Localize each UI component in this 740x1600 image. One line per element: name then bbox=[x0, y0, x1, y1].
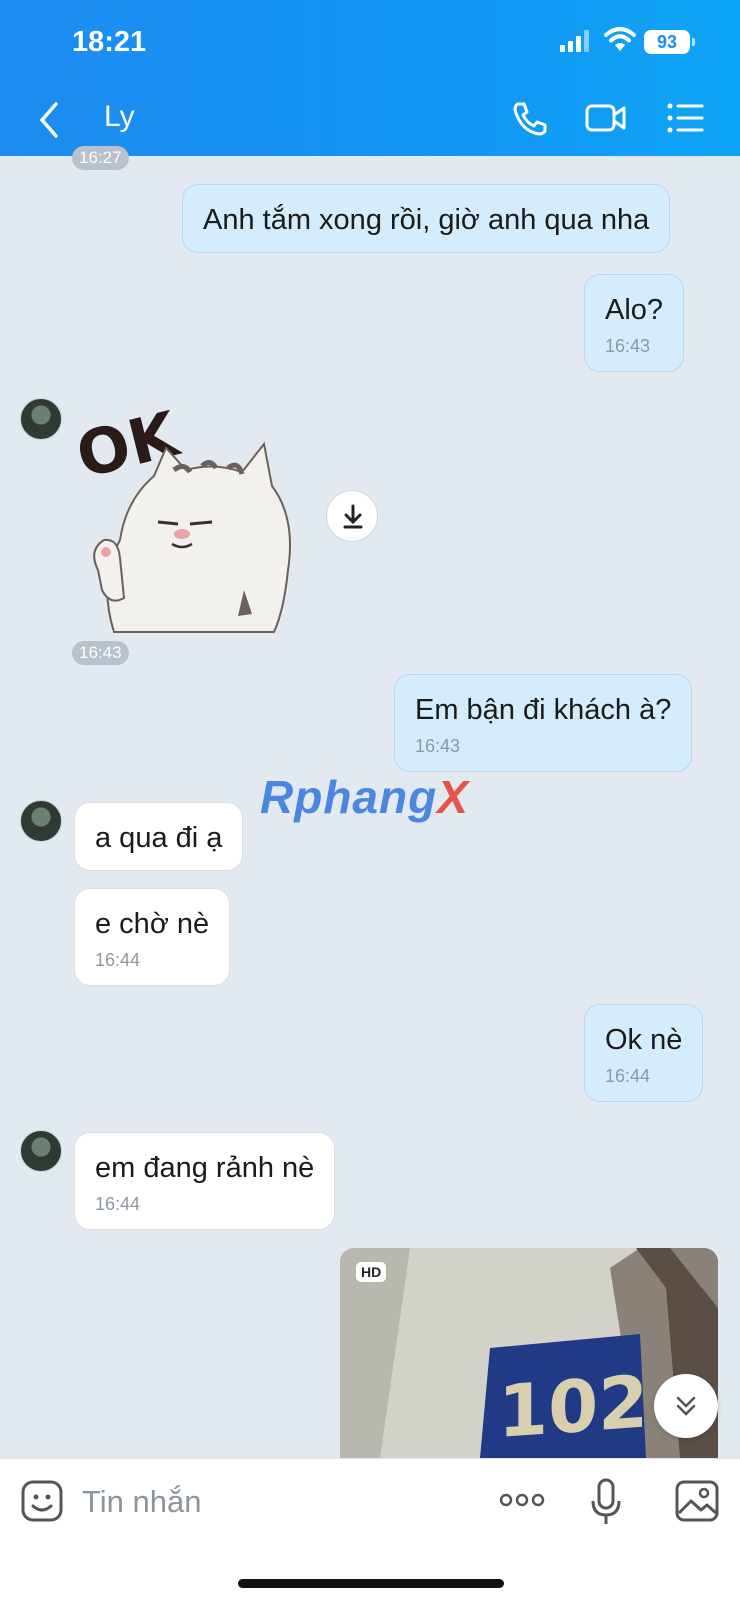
room-number-text: 102 bbox=[498, 1360, 648, 1454]
message-text: a qua đi ạ bbox=[95, 822, 223, 854]
message-input[interactable] bbox=[82, 1479, 462, 1525]
incoming-message[interactable]: em đang rảnh nè 16:44 bbox=[74, 1132, 336, 1231]
contact-avatar[interactable] bbox=[20, 1130, 62, 1172]
outgoing-message[interactable]: Em bận đi khách à? 16:43 bbox=[394, 674, 693, 773]
message-text: Alo? bbox=[605, 294, 664, 326]
double-chevron-down-icon bbox=[676, 1396, 696, 1416]
download-button[interactable] bbox=[326, 490, 378, 542]
incoming-message[interactable]: e chờ nè 16:44 bbox=[74, 888, 231, 987]
outgoing-message[interactable]: Ok nè 16:44 bbox=[584, 1004, 704, 1103]
watermark-logo: RphangX bbox=[260, 771, 469, 823]
signal-icon bbox=[560, 30, 590, 52]
home-indicator bbox=[238, 1579, 504, 1588]
message-text: e chờ nè bbox=[95, 908, 210, 940]
outgoing-message[interactable]: Alo? 16:43 bbox=[584, 274, 685, 373]
contact-name[interactable]: Ly bbox=[104, 100, 135, 134]
status-time: 18:21 bbox=[72, 26, 147, 58]
message-text: Ok nè bbox=[605, 1024, 683, 1056]
timestamp-pill: 16:43 bbox=[72, 641, 129, 665]
battery-indicator: 93 bbox=[644, 30, 695, 54]
message-time: 16:43 bbox=[415, 735, 461, 756]
back-chevron-icon[interactable] bbox=[36, 100, 62, 140]
message-time: 16:43 bbox=[605, 335, 651, 356]
chat-header: 18:21 93 Ly bbox=[0, 0, 740, 156]
outgoing-message[interactable]: Anh tắm xong rồi, giờ anh qua nha bbox=[182, 184, 671, 253]
sticker-emoji-icon[interactable] bbox=[20, 1479, 64, 1523]
timestamp-pill: 16:27 bbox=[72, 146, 129, 170]
contact-avatar[interactable] bbox=[20, 800, 62, 842]
message-time: 16:44 bbox=[605, 1065, 651, 1086]
download-icon bbox=[343, 504, 363, 529]
phone-icon[interactable] bbox=[508, 98, 552, 138]
contact-avatar[interactable] bbox=[20, 398, 62, 440]
incoming-message[interactable]: a qua đi ạ bbox=[74, 802, 244, 871]
scroll-down-button[interactable] bbox=[654, 1374, 718, 1438]
ok-cat-sticker[interactable]: OK bbox=[74, 400, 310, 636]
message-text: em đang rảnh nè bbox=[95, 1152, 315, 1184]
image-gallery-icon[interactable] bbox=[674, 1479, 720, 1523]
message-time: 16:44 bbox=[95, 949, 141, 970]
video-call-icon[interactable] bbox=[584, 98, 628, 138]
message-text: Em bận đi khách à? bbox=[415, 694, 672, 726]
message-time: 16:44 bbox=[95, 1193, 141, 1214]
message-text: Anh tắm xong rồi, giờ anh qua nha bbox=[203, 204, 650, 236]
list-menu-icon[interactable] bbox=[664, 98, 708, 138]
wifi-icon bbox=[604, 27, 636, 51]
message-composer bbox=[0, 1458, 740, 1600]
microphone-icon[interactable] bbox=[590, 1477, 622, 1527]
more-options-icon[interactable] bbox=[498, 1485, 546, 1515]
hd-badge: HD bbox=[356, 1262, 387, 1282]
